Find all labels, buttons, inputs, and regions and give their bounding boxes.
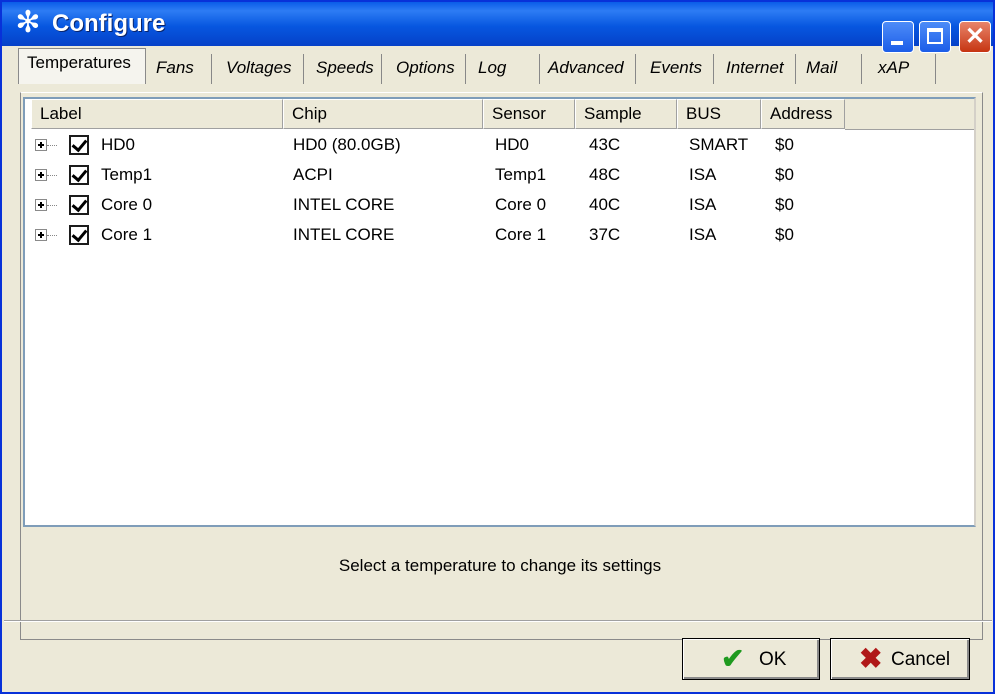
tab-internet[interactable]: Internet	[718, 54, 796, 84]
row-bus: ISA	[689, 225, 717, 244]
row-checkbox[interactable]	[69, 195, 89, 215]
row-sensor: Temp1	[495, 165, 547, 184]
row-chip: ACPI	[293, 165, 333, 184]
temperature-list[interactable]: Label Chip Sensor Sample BUS Address HD0…	[23, 97, 976, 527]
tree-branch-line	[47, 205, 57, 206]
expand-icon[interactable]	[35, 139, 47, 151]
row-sensor: Core 1	[495, 225, 547, 244]
tab-events[interactable]: Events	[642, 54, 714, 84]
row-sample: 40C	[589, 195, 621, 214]
row-checkbox[interactable]	[69, 135, 89, 155]
window-title: Configure	[52, 10, 166, 37]
row-bus: ISA	[689, 195, 717, 214]
column-header-label[interactable]: Label	[31, 99, 283, 129]
fan-icon: ✻	[15, 6, 41, 39]
tab-xap[interactable]: xAP	[866, 54, 936, 84]
cancel-button[interactable]: ✖ Cancel	[830, 638, 970, 680]
row-bus: ISA	[689, 165, 717, 184]
row-sensor: Core 0	[495, 195, 547, 214]
column-header-address[interactable]: Address	[761, 99, 845, 129]
table-row[interactable]: Temp1 ACPI Temp1 48C ISA $0	[25, 161, 974, 191]
footer-divider	[4, 620, 992, 622]
row-label: Temp1	[101, 165, 153, 184]
title-bar[interactable]: ✻ Configure ✕	[2, 2, 993, 53]
row-checkbox[interactable]	[69, 225, 89, 245]
expand-icon[interactable]	[35, 199, 47, 211]
row-chip: HD0 (80.0GB)	[293, 135, 401, 154]
tab-log[interactable]: Log	[470, 54, 540, 84]
tab-advanced[interactable]: Advanced	[540, 54, 636, 84]
row-address: $0	[775, 195, 794, 214]
row-chip: INTEL CORE	[293, 195, 395, 214]
row-sample: 43C	[589, 135, 621, 154]
table-row[interactable]: Core 0 INTEL CORE Core 0 40C ISA $0	[25, 191, 974, 221]
tab-strip: Temperatures Fans Voltages Speeds Option…	[14, 46, 974, 92]
table-row[interactable]: HD0 HD0 (80.0GB) HD0 43C SMART $0	[25, 131, 974, 161]
expand-icon[interactable]	[35, 169, 47, 181]
header-filler	[845, 99, 974, 130]
column-header-sensor[interactable]: Sensor	[483, 99, 575, 129]
tab-temperatures[interactable]: Temperatures	[18, 48, 146, 84]
column-header-bus[interactable]: BUS	[677, 99, 761, 129]
column-header-chip[interactable]: Chip	[283, 99, 483, 129]
tab-mail[interactable]: Mail	[798, 54, 862, 84]
expand-icon[interactable]	[35, 229, 47, 241]
tab-voltages[interactable]: Voltages	[218, 54, 304, 84]
ok-button-label: OK	[759, 649, 787, 670]
row-sample: 37C	[589, 225, 621, 244]
row-sample: 48C	[589, 165, 621, 184]
tree-branch-line	[47, 235, 57, 236]
cancel-button-label: Cancel	[891, 649, 951, 670]
tree-branch-line	[47, 175, 57, 176]
checkmark-icon: ✔	[721, 643, 745, 674]
tab-options[interactable]: Options	[388, 54, 466, 84]
row-address: $0	[775, 165, 794, 184]
row-label: HD0	[101, 135, 136, 154]
ok-button[interactable]: ✔ OK	[682, 638, 820, 680]
table-row[interactable]: Core 1 INTEL CORE Core 1 37C ISA $0	[25, 221, 974, 251]
row-label: Core 0	[101, 195, 153, 214]
cancel-x-icon: ✖	[859, 643, 883, 674]
row-checkbox[interactable]	[69, 165, 89, 185]
tree-branch-line	[47, 145, 57, 146]
tab-speeds[interactable]: Speeds	[308, 54, 382, 84]
row-bus: SMART	[689, 135, 749, 154]
row-chip: INTEL CORE	[293, 225, 395, 244]
row-label: Core 1	[101, 225, 153, 244]
column-header-sample[interactable]: Sample	[575, 99, 677, 129]
tab-fans[interactable]: Fans	[148, 54, 212, 84]
status-text: Select a temperature to change its setti…	[338, 556, 662, 575]
row-address: $0	[775, 225, 794, 244]
row-address: $0	[775, 135, 794, 154]
row-sensor: HD0	[495, 135, 530, 154]
